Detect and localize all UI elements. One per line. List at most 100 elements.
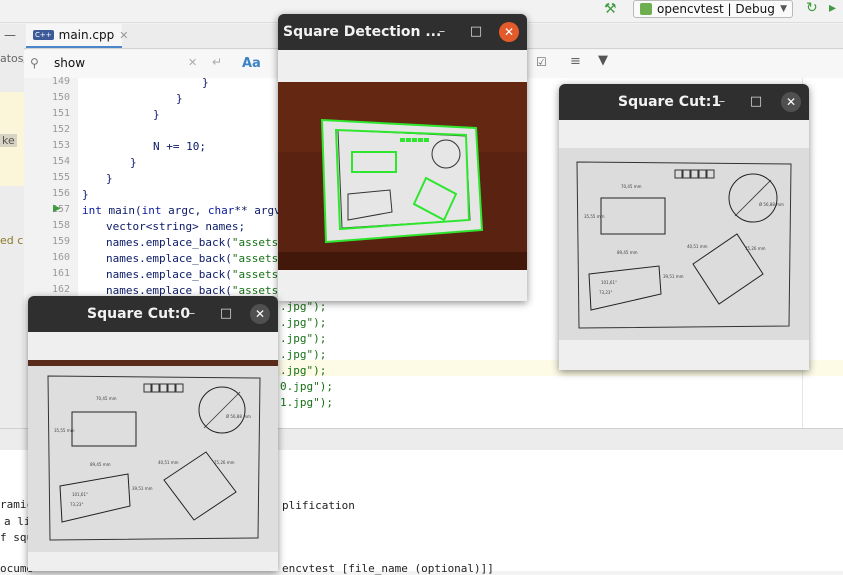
maximize-button[interactable]: □	[468, 24, 484, 40]
square-cut-0-window[interactable]: Square Cut:0 – □ ✕ 70,45 mm 35,55 mm Ø 5…	[28, 296, 278, 571]
build-hammer-icon[interactable]: ⚒	[604, 1, 617, 17]
code-line-tail: 0.jpg");	[280, 380, 333, 393]
minimize-button[interactable]: –	[714, 94, 730, 110]
dim-label: 75,26 mm	[214, 460, 235, 465]
dim-label: 39,51 mm	[132, 486, 153, 491]
window-toolbar	[28, 332, 278, 360]
search-icon: ⚲	[30, 56, 39, 70]
close-button[interactable]: ✕	[781, 92, 801, 112]
run-configuration-selector[interactable]: opencvtest | Debug ▼	[633, 0, 793, 18]
cut-image-0: 70,45 mm 35,55 mm Ø 56,88 mm 89,45 mm 39…	[28, 360, 278, 552]
code-line: }	[176, 92, 183, 105]
console-fragment: encvtest [file_name (optional)]]	[282, 562, 494, 575]
line-number: 149	[51, 76, 70, 87]
filter-icon[interactable]: ▼	[598, 53, 608, 68]
code-line: }	[82, 188, 89, 201]
project-panel-strip: atos/ ke ed c	[0, 48, 25, 428]
panel-collapse-icon[interactable]: —	[4, 28, 16, 42]
code-line: vector<string> names;	[106, 220, 246, 233]
cut-image-1: 70,45 mm 35,55 mm Ø 56,88 mm 89,45 mm 39…	[559, 148, 809, 340]
dim-label: 70,45 mm	[621, 184, 642, 189]
code-line-emplace: names.emplace_back("assets/1.	[106, 252, 299, 265]
tab-label: main.cpp	[58, 28, 115, 42]
dim-label: 89,45 mm	[90, 462, 111, 467]
window-statusbar	[28, 552, 278, 571]
code-line-emplace: names.emplace_back("assets/0.	[106, 236, 299, 249]
minimize-button[interactable]: –	[434, 24, 450, 40]
maximize-button[interactable]: □	[218, 306, 234, 322]
select-occurrences-icon[interactable]: ☑	[536, 55, 547, 69]
window-toolbar	[278, 50, 527, 82]
console-fragment: plification	[282, 499, 355, 512]
match-case-toggle[interactable]: Aa	[242, 56, 261, 71]
window-titlebar[interactable]: Square Cut:1 – □ ✕	[559, 84, 809, 120]
line-number: 159	[51, 236, 70, 247]
window-statusbar	[559, 340, 809, 370]
window-title: Square Cut:1	[618, 94, 722, 110]
dim-label: 75,26 mm	[745, 246, 766, 251]
line-number: 150	[51, 92, 70, 103]
window-title: Square Cut:0	[87, 306, 191, 322]
console-fragment: a li	[4, 515, 31, 528]
dim-label: 89,45 mm	[617, 250, 638, 255]
code-line: }	[130, 156, 137, 169]
dim-label: 35,55 mm	[584, 214, 605, 219]
window-toolbar	[559, 120, 809, 148]
maximize-button[interactable]: □	[748, 94, 764, 110]
dim-label: 40,51 mm	[158, 460, 179, 465]
dim-label: 39,51 mm	[663, 274, 684, 279]
minimize-button[interactable]: –	[184, 306, 200, 322]
code-line-tail: .jpg");	[280, 348, 327, 361]
window-statusbar	[278, 270, 527, 301]
left-fragment-path: atos/	[0, 52, 25, 65]
clear-search-icon[interactable]: ✕	[188, 56, 197, 69]
chevron-down-icon: ▼	[780, 4, 787, 14]
line-number: 151	[51, 108, 70, 119]
square-cut-1-window[interactable]: Square Cut:1 – □ ✕ 70,45 mm 35,55 mm Ø 5…	[559, 84, 809, 370]
dim-label: Ø 56,88 mm	[226, 414, 251, 419]
window-titlebar[interactable]: Square Cut:0 – □ ✕	[28, 296, 278, 332]
cpp-file-icon: C++	[33, 30, 54, 40]
left-fragment-text: ed c	[0, 234, 24, 247]
close-button[interactable]: ✕	[250, 304, 270, 324]
line-number: 162	[51, 284, 70, 295]
dim-label: 73,23°	[70, 502, 83, 507]
line-number: 161	[51, 268, 70, 279]
close-button[interactable]: ✕	[499, 22, 519, 42]
run-arrow-icon[interactable]: ▸	[829, 0, 836, 16]
detection-image	[278, 82, 527, 270]
dim-label: 40,51 mm	[687, 244, 708, 249]
window-titlebar[interactable]: Square Detection ... – □ ✕	[278, 14, 527, 50]
line-number: 155	[51, 172, 70, 183]
code-line-tail: .jpg");	[280, 316, 327, 329]
code-line-tail: 1.jpg");	[280, 396, 333, 409]
code-line: N += 10;	[153, 140, 206, 153]
run-config-icon	[640, 3, 652, 15]
dim-label: 73,23°	[599, 290, 612, 295]
line-number: 158	[51, 220, 70, 231]
run-gutter-icon[interactable]: ▶	[53, 203, 61, 214]
dim-label: Ø 56,88 mm	[759, 202, 784, 207]
code-line-tail: .jpg");	[280, 364, 327, 377]
close-tab-icon[interactable]: ✕	[119, 29, 128, 42]
run-config-label: opencvtest | Debug	[657, 2, 775, 16]
tab-main-cpp[interactable]: C++ main.cpp ✕	[26, 24, 128, 48]
search-input[interactable]: show	[54, 56, 85, 70]
filter-lines-icon[interactable]: ≡	[570, 54, 581, 69]
dim-label: 101,61°	[72, 492, 88, 497]
line-number: 152	[51, 124, 70, 135]
window-title: Square Detection ...	[283, 24, 442, 40]
code-line: }	[202, 76, 209, 89]
line-number: 154	[51, 156, 70, 167]
dim-label: 35,55 mm	[54, 428, 75, 433]
square-detection-window[interactable]: Square Detection ... – □ ✕	[278, 14, 527, 301]
code-line-tail: .jpg");	[280, 300, 327, 313]
reload-icon[interactable]: ↻	[806, 0, 818, 16]
dim-label: 70,45 mm	[96, 396, 117, 401]
code-line-main: int main(int argc, char** argv) {	[82, 204, 301, 217]
dim-label: 101,61°	[601, 280, 617, 285]
line-number: 160	[51, 252, 70, 263]
replace-arrow-icon[interactable]: ↵	[212, 55, 222, 69]
code-line-emplace: names.emplace_back("assets/2.	[106, 268, 299, 281]
code-line: }	[106, 172, 113, 185]
